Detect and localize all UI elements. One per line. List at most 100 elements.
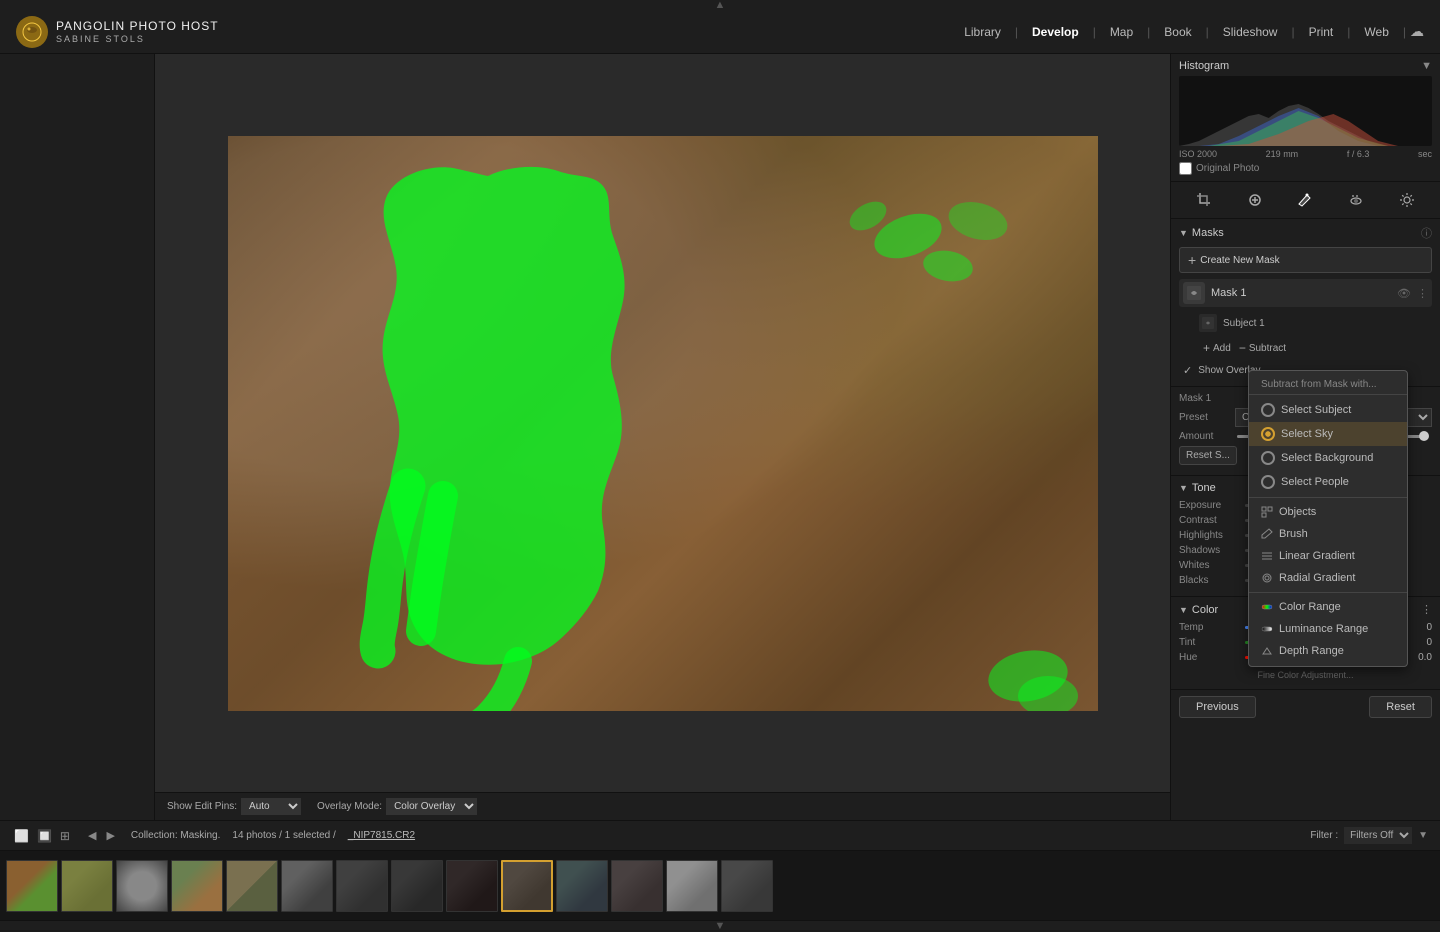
select-background-radio xyxy=(1261,451,1275,465)
filmstrip-thumb-14[interactable] xyxy=(721,860,773,912)
select-subject-label: Select Subject xyxy=(1281,404,1351,416)
nav-sep-3: | xyxy=(1147,25,1150,39)
masks-collapse-arrow[interactable]: ▼ xyxy=(1179,228,1188,238)
filter-dropdown[interactable]: Filters Off Flagged Rejected xyxy=(1344,827,1412,844)
filmstrip-thumb-12[interactable] xyxy=(611,860,663,912)
contrast-label: Contrast xyxy=(1179,515,1237,526)
previous-button[interactable]: Previous xyxy=(1179,696,1256,718)
filmstrip-thumb-5[interactable] xyxy=(226,860,278,912)
menu-select-people[interactable]: Select People xyxy=(1249,470,1407,494)
grid-view-btn[interactable]: ⊞ xyxy=(58,827,72,845)
masks-info-icon[interactable]: ⓘ xyxy=(1421,225,1432,241)
linear-gradient-icon xyxy=(1261,550,1273,562)
amount-slider-thumb[interactable] xyxy=(1419,431,1429,441)
add-mask-button[interactable]: + Add xyxy=(1203,341,1231,355)
original-photo-checkbox[interactable] xyxy=(1179,162,1192,175)
radial-gradient-label: Radial Gradient xyxy=(1279,572,1355,584)
menu-linear-gradient[interactable]: Linear Gradient xyxy=(1249,545,1407,567)
focal-value: 219 mm xyxy=(1266,149,1299,159)
filmstrip-thumb-7[interactable] xyxy=(336,860,388,912)
color-title: Color xyxy=(1192,604,1218,616)
menu-depth-range[interactable]: Depth Range xyxy=(1249,640,1407,662)
tone-collapse-arrow[interactable]: ▼ xyxy=(1179,483,1188,493)
logo-area: PANGOLIN PHOTO HOST SABINE STOLS xyxy=(16,16,219,48)
show-edit-pins-dropdown[interactable]: Auto Always Never xyxy=(241,798,301,815)
create-new-mask-label: Create New Mask xyxy=(1200,255,1279,266)
linear-gradient-label: Linear Gradient xyxy=(1279,550,1355,562)
menu-select-sky[interactable]: Select Sky xyxy=(1249,422,1407,446)
menu-objects[interactable]: Objects xyxy=(1249,501,1407,523)
nav-print[interactable]: Print xyxy=(1299,21,1344,43)
add-subtract-row: + Add − Subtract xyxy=(1179,339,1432,357)
mask1-row[interactable]: Mask 1 👁 ⋮ xyxy=(1179,279,1432,307)
overlay-mode-label: Overlay Mode: xyxy=(317,801,382,812)
filmstrip-thumb-8[interactable] xyxy=(391,860,443,912)
bottom-panel-toggle[interactable]: ▼ xyxy=(0,920,1440,930)
nav-library[interactable]: Library xyxy=(954,21,1011,43)
mask-name-label: Mask 1 xyxy=(1179,393,1229,404)
filmstrip-thumb-3[interactable] xyxy=(116,860,168,912)
histogram-title: Histogram xyxy=(1179,60,1229,72)
nav-book[interactable]: Book xyxy=(1154,21,1201,43)
masking-tool-btn[interactable] xyxy=(1293,188,1317,212)
next-arrow[interactable]: ▶ xyxy=(102,827,118,844)
redeye-tool-btn[interactable] xyxy=(1344,188,1368,212)
photo-background xyxy=(228,136,1098,711)
heal-tool-btn[interactable] xyxy=(1243,188,1267,212)
filmstrip-thumb-13[interactable] xyxy=(666,860,718,912)
nav-develop[interactable]: Develop xyxy=(1022,21,1089,43)
nav-sep-7: | xyxy=(1403,25,1406,39)
subject1-row[interactable]: Subject 1 xyxy=(1179,311,1432,335)
menu-color-range[interactable]: Color Range xyxy=(1249,596,1407,618)
brush-label: Brush xyxy=(1279,528,1308,540)
crop-tool-btn[interactable] xyxy=(1192,188,1216,212)
add-label: Add xyxy=(1213,343,1231,354)
mask1-visibility-icon[interactable]: 👁 xyxy=(1397,287,1411,300)
photo-toolbar: Show Edit Pins: Auto Always Never Overla… xyxy=(155,792,1170,820)
prev-arrow[interactable]: ◀ xyxy=(84,827,100,844)
masks-title: Masks xyxy=(1192,227,1224,239)
menu-luminance-range[interactable]: Luminance Range xyxy=(1249,618,1407,640)
filmstrip-thumb-10[interactable] xyxy=(501,860,553,912)
masks-title-area: ▼ Masks xyxy=(1179,227,1224,239)
menu-brush[interactable]: Brush xyxy=(1249,523,1407,545)
menu-select-subject[interactable]: Select Subject xyxy=(1249,398,1407,422)
left-panel xyxy=(0,54,155,820)
histogram-chart xyxy=(1179,76,1432,146)
reset-button[interactable]: Reset xyxy=(1369,696,1432,718)
color-options-icon[interactable]: ⋮ xyxy=(1421,603,1432,616)
preset-label: Preset xyxy=(1179,412,1229,423)
color-collapse-arrow[interactable]: ▼ xyxy=(1179,605,1188,615)
compare-view-btn[interactable]: 🔲 xyxy=(35,827,54,845)
histogram-collapse-icon[interactable]: ▼ xyxy=(1421,60,1432,72)
cloud-sync-icon[interactable]: ☁ xyxy=(1410,23,1424,40)
single-view-btn[interactable]: ⬜ xyxy=(12,827,31,845)
nav-slideshow[interactable]: Slideshow xyxy=(1213,21,1288,43)
settings-tool-btn[interactable] xyxy=(1395,188,1419,212)
histogram-header: Histogram ▼ xyxy=(1179,60,1432,72)
filmstrip-thumb-6[interactable] xyxy=(281,860,333,912)
nav-web[interactable]: Web xyxy=(1354,21,1398,43)
filmstrip-thumb-11[interactable] xyxy=(556,860,608,912)
filter-chevron-icon[interactable]: ▼ xyxy=(1418,830,1428,841)
nav-map[interactable]: Map xyxy=(1100,21,1143,43)
iso-value: ISO 2000 xyxy=(1179,149,1217,159)
subtract-mask-button[interactable]: − Subtract xyxy=(1239,341,1286,355)
bottom-navigation: ⬜ 🔲 ⊞ ◀ ▶ Collection: Masking. 14 photos… xyxy=(0,820,1440,850)
menu-radial-gradient[interactable]: Radial Gradient xyxy=(1249,567,1407,589)
filmstrip-thumb-4[interactable] xyxy=(171,860,223,912)
overlay-mode-dropdown[interactable]: Color Overlay White Overlay Black Overla… xyxy=(386,798,477,815)
top-panel-toggle[interactable]: ▲ xyxy=(0,0,1440,10)
reset-subject-button[interactable]: Reset S... xyxy=(1179,446,1237,465)
tool-icons-row xyxy=(1171,182,1440,219)
filmstrip-thumb-2[interactable] xyxy=(61,860,113,912)
create-new-mask-button[interactable]: + Create New Mask xyxy=(1179,247,1432,273)
filmstrip-thumb-9[interactable] xyxy=(446,860,498,912)
filename-link[interactable]: _NIP7815.CR2 xyxy=(348,830,415,841)
filmstrip-thumb-1[interactable] xyxy=(6,860,58,912)
mask1-options-icon[interactable]: ⋮ xyxy=(1417,287,1428,300)
logo-text-block: PANGOLIN PHOTO HOST SABINE STOLS xyxy=(56,19,219,43)
menu-select-background[interactable]: Select Background xyxy=(1249,446,1407,470)
luminance-range-icon xyxy=(1261,623,1273,635)
photo-canvas[interactable] xyxy=(155,54,1170,792)
